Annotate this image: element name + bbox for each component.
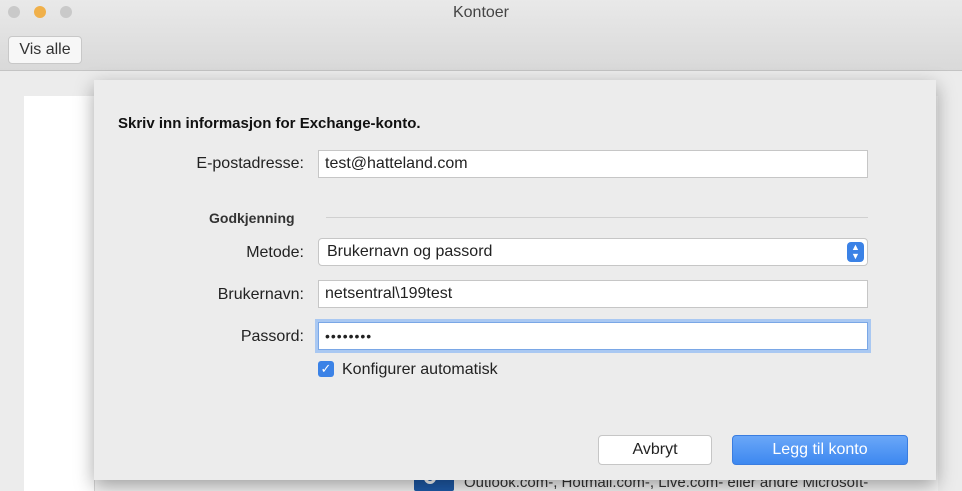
exchange-account-sheet: Skriv inn informasjon for Exchange-konto…: [94, 80, 936, 480]
username-field[interactable]: netsentral\199test: [318, 280, 868, 308]
section-divider: [326, 217, 868, 218]
checkmark-icon: ✓: [320, 361, 332, 376]
accounts-list[interactable]: [24, 96, 95, 491]
auth-section-title: Godkjenning: [209, 210, 295, 226]
auto-config-label[interactable]: Konfigurer automatisk: [342, 361, 498, 379]
cancel-button[interactable]: Avbryt: [598, 435, 712, 465]
password-label: Passord:: [240, 328, 304, 345]
method-label: Metode:: [246, 244, 304, 261]
password-field[interactable]: ••••••••: [318, 322, 868, 350]
add-account-button[interactable]: Legg til konto: [732, 435, 908, 465]
show-all-button[interactable]: Vis alle: [8, 36, 82, 64]
username-label: Brukernavn:: [217, 286, 304, 303]
sheet-heading: Skriv inn informasjon for Exchange-konto…: [118, 115, 421, 132]
chevron-updown-icon: ▲ ▼: [847, 242, 864, 262]
method-select[interactable]: Brukernavn og passord ▲ ▼: [318, 238, 868, 266]
window-titlebar: Kontoer Vis alle: [0, 0, 962, 71]
email-label: E-postadresse:: [196, 155, 304, 172]
method-select-value: Brukernavn og passord: [327, 243, 493, 260]
auto-config-checkbox[interactable]: ✓: [318, 361, 334, 377]
email-field[interactable]: test@hatteland.com: [318, 150, 868, 178]
window-title: Kontoer: [452, 4, 510, 21]
